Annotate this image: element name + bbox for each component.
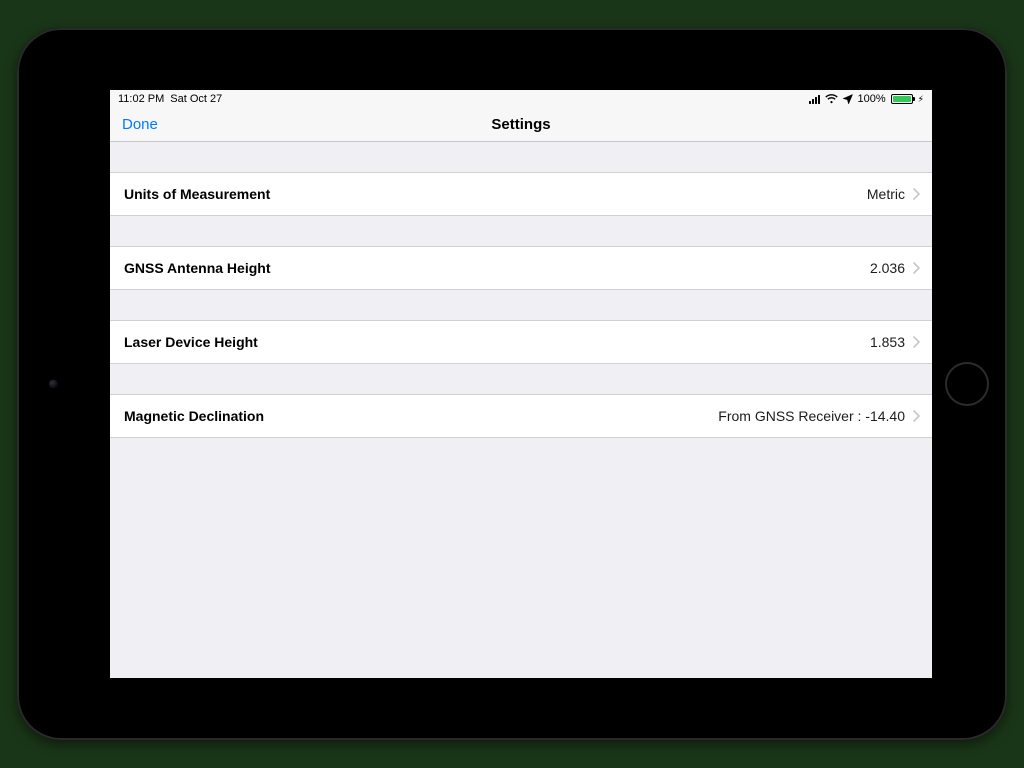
chevron-right-icon: [913, 262, 920, 274]
done-label: Done: [122, 116, 158, 133]
battery-icon: [891, 94, 913, 104]
row-value: 2.036: [870, 260, 905, 276]
row-label: Magnetic Declination: [124, 408, 264, 424]
settings-list: Units of Measurement Metric GNSS Antenna…: [110, 142, 932, 438]
wifi-icon: [825, 94, 838, 104]
home-button[interactable]: [945, 362, 989, 406]
status-left: 11:02 PM Sat Oct 27: [118, 93, 222, 105]
front-camera: [49, 380, 58, 389]
status-time: 11:02 PM: [118, 93, 164, 105]
row-label: Laser Device Height: [124, 334, 258, 350]
row-value: Metric: [867, 186, 905, 202]
row-label: GNSS Antenna Height: [124, 260, 271, 276]
status-date: Sat Oct 27: [170, 93, 222, 105]
row-value: From GNSS Receiver : -14.40: [718, 408, 905, 424]
charging-icon: ⚡︎: [918, 94, 924, 105]
row-laser-device-height[interactable]: Laser Device Height 1.853: [110, 320, 932, 364]
chevron-right-icon: [913, 410, 920, 422]
chevron-right-icon: [913, 336, 920, 348]
nav-bar: Done Settings: [110, 108, 932, 142]
status-right: 100% ⚡︎: [809, 93, 924, 105]
row-label: Units of Measurement: [124, 186, 270, 202]
chevron-right-icon: [913, 188, 920, 200]
row-gnss-antenna-height[interactable]: GNSS Antenna Height 2.036: [110, 246, 932, 290]
row-value: 1.853: [870, 334, 905, 350]
row-units-of-measurement[interactable]: Units of Measurement Metric: [110, 172, 932, 216]
row-magnetic-declination[interactable]: Magnetic Declination From GNSS Receiver …: [110, 394, 932, 438]
location-icon: [843, 94, 853, 104]
cellular-icon: [809, 95, 820, 104]
status-bar: 11:02 PM Sat Oct 27 100%: [110, 90, 932, 108]
battery-percent: 100%: [858, 93, 886, 105]
screen: 11:02 PM Sat Oct 27 100%: [110, 90, 932, 678]
done-button[interactable]: Done: [122, 108, 158, 141]
page-title: Settings: [491, 116, 550, 133]
ipad-frame: 11:02 PM Sat Oct 27 100%: [17, 28, 1007, 740]
